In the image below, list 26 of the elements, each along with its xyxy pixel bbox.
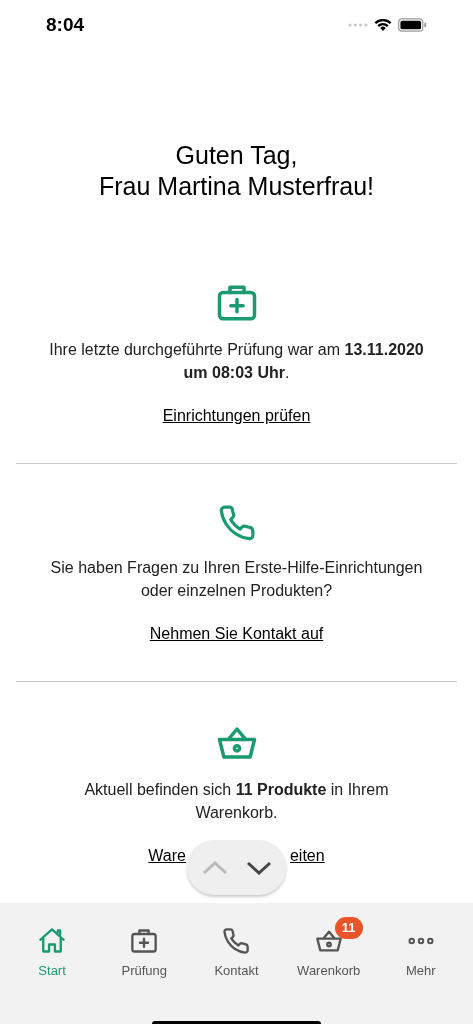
link[interactable]: eiten	[289, 844, 325, 867]
first-aid-kit-icon	[129, 927, 160, 955]
greeting-name: Frau Martina Musterfrau!	[98, 171, 375, 202]
phone-icon	[217, 504, 256, 542]
tab-item[interactable]: Mehr	[378, 917, 463, 981]
chevron-down-icon	[245, 860, 272, 875]
link[interactable]: Einrichtungen prüfen	[162, 404, 311, 427]
tab-item[interactable]: Prüfung	[102, 917, 187, 981]
signal-icon	[348, 23, 368, 27]
info-text: Sie haben Fragen zu Ihren Erste-Hilfe-Einrichtungen oder einzelnen Produkten?	[49, 558, 424, 601]
battery-icon	[398, 18, 427, 32]
more-icon	[407, 937, 434, 945]
home-icon	[37, 927, 68, 955]
chevron-up-icon	[201, 860, 228, 875]
count-badge: 11	[334, 917, 363, 939]
info-text: Aktuell befinden sich 11 Produkte in Ihrem Warenkorb.	[83, 780, 390, 823]
tab-item[interactable]: Kontakt	[194, 917, 279, 981]
link[interactable]: Nehmen Sie Kontakt auf	[149, 622, 324, 645]
link[interactable]: Ware	[148, 844, 186, 867]
tab-item[interactable]: Warenkorb 11	[286, 917, 371, 981]
down-button[interactable]	[245, 860, 272, 875]
status-time: 8:04	[46, 12, 85, 37]
info-text: Ihre letzte durchgeführte Prüfung war am 13.11.2020 um 08:03 Uhr.	[48, 340, 425, 383]
wifi-icon	[374, 18, 392, 32]
phone-icon	[221, 927, 252, 955]
greeting-text: Guten Tag,	[175, 140, 298, 171]
